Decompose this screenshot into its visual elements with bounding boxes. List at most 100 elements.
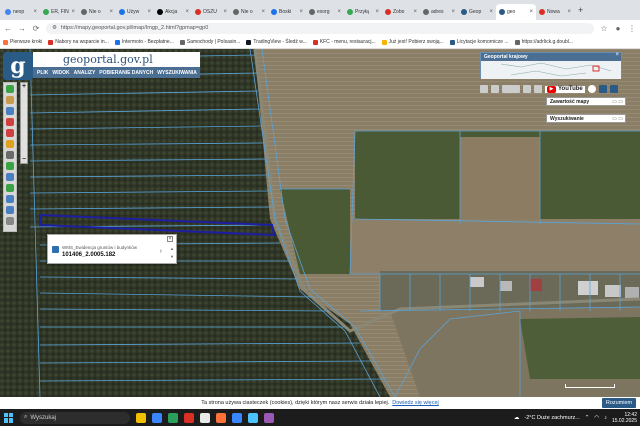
close-icon[interactable]: × — [615, 52, 619, 58]
clock[interactable]: 12:42 15.02.2025 — [612, 412, 637, 424]
close-tab-icon[interactable]: × — [529, 9, 533, 15]
zoom-slider[interactable]: + − — [20, 82, 28, 164]
close-tab-icon[interactable]: × — [223, 9, 227, 15]
wifi-icon[interactable]: ◠ — [594, 415, 599, 421]
info-tool-icon[interactable] — [6, 85, 14, 93]
export-select[interactable] — [502, 85, 520, 93]
taskbar-app-icon[interactable] — [152, 412, 162, 423]
bookmark-item[interactable]: https://adrlick.g.doubl... — [514, 39, 573, 45]
youtube-link[interactable]: ▶ YouTube — [545, 85, 585, 93]
back-icon[interactable]: ← — [4, 24, 12, 33]
taskbar-app-icon[interactable] — [232, 412, 242, 423]
contact-icon[interactable] — [534, 85, 542, 93]
previous-view-icon[interactable] — [6, 195, 14, 203]
volume-icon[interactable]: ♪ — [604, 415, 607, 421]
draw-tool-icon[interactable] — [6, 140, 14, 148]
address-input[interactable]: ⚙ https://mapy.geoportal.gov.pl/imap/Img… — [46, 22, 594, 34]
site-info-icon[interactable]: ⚙ — [52, 25, 57, 31]
zoom-in-icon[interactable]: + — [22, 83, 26, 90]
menu-icon[interactable]: ⋮ — [628, 24, 636, 33]
taskbar-search[interactable]: ⌕ Wyszukaj — [20, 411, 130, 424]
next-view-icon[interactable] — [6, 206, 14, 214]
taskbar-app-icon[interactable] — [264, 412, 274, 423]
bookmark-item[interactable]: TradingView - Śledź w... — [246, 39, 307, 45]
settings-icon[interactable] — [587, 85, 596, 93]
close-tab-icon[interactable]: × — [147, 9, 151, 15]
measure-distance-icon[interactable] — [6, 118, 14, 126]
login-icon[interactable] — [598, 85, 607, 93]
taskbar-app-icon[interactable] — [136, 412, 146, 423]
bookmark-item[interactable]: KFC - menu, restauracj... — [312, 39, 376, 45]
taskbar-app-icon[interactable] — [184, 412, 194, 423]
browser-tab[interactable]: Zobo × — [382, 4, 420, 20]
cookie-accept-button[interactable]: Rozumiem — [602, 398, 636, 408]
close-tab-icon[interactable]: × — [299, 9, 303, 15]
browser-tab[interactable]: Nie o × — [78, 4, 116, 20]
map-contents-panel[interactable]: Zawartość mapy ▭ ▭ — [546, 97, 626, 106]
help-icon[interactable] — [523, 85, 531, 93]
popup-parcel-id[interactable]: 101406_2.0005.182 — [62, 252, 115, 258]
browser-tab[interactable]: neop × — [2, 4, 40, 20]
geoportal-menu-item[interactable]: WIDOK — [52, 70, 69, 76]
taskbar-app-icon[interactable] — [248, 412, 258, 423]
bookmark-item[interactable]: Licytacje komornicze ... — [449, 39, 509, 45]
geoportal-menu-item[interactable]: PLIK — [37, 70, 48, 76]
browser-tab[interactable]: adres × — [420, 4, 458, 20]
bookmark-star-icon[interactable]: ☆ — [600, 24, 608, 33]
layers-tool-icon[interactable] — [6, 162, 14, 170]
close-tab-icon[interactable]: × — [185, 9, 189, 15]
bookmark-item[interactable]: Pierwsze kroki — [3, 39, 42, 45]
geoportal-logo[interactable]: g — [3, 52, 33, 80]
settings-tool-icon[interactable] — [6, 217, 14, 225]
close-tab-icon[interactable]: × — [33, 9, 37, 15]
browser-tab[interactable]: Używ × — [116, 4, 154, 20]
close-tab-icon[interactable]: × — [451, 9, 455, 15]
chevron-right-icon[interactable]: › — [160, 248, 162, 255]
print-icon[interactable] — [480, 85, 488, 93]
browser-tab[interactable]: Akcja × — [154, 4, 192, 20]
browser-tab[interactable]: Boski × — [268, 4, 306, 20]
print-tool-icon[interactable] — [6, 151, 14, 159]
search-tool-icon[interactable] — [6, 173, 14, 181]
close-tab-icon[interactable]: × — [109, 9, 113, 15]
taskbar-app-icon[interactable] — [168, 412, 178, 423]
zoom-out-icon[interactable]: − — [22, 156, 26, 163]
eye-icon[interactable] — [609, 85, 618, 93]
windows-start-icon[interactable] — [4, 412, 14, 423]
bookmark-item[interactable]: Samochody | Polsasin... — [179, 39, 240, 45]
cookie-more-link[interactable]: Dowiedz się więcej — [392, 400, 438, 406]
locate-tool-icon[interactable] — [6, 184, 14, 192]
taskbar-app-icon[interactable] — [216, 412, 226, 423]
chevron-up-icon[interactable]: ⌃ — [585, 415, 590, 421]
browser-tab[interactable]: exorg × — [306, 4, 344, 20]
close-tab-icon[interactable]: × — [261, 9, 265, 15]
weather-text[interactable]: -2°C Duże zachmurz... — [524, 415, 579, 421]
close-tab-icon[interactable]: × — [567, 9, 571, 15]
close-tab-icon[interactable]: × — [71, 9, 75, 15]
panel-controls-icon[interactable]: ▭ ▭ — [612, 98, 623, 106]
geoportal-menu-item[interactable]: ANALIZY — [74, 70, 96, 76]
close-tab-icon[interactable]: × — [489, 9, 493, 15]
browser-tab[interactable]: Nie o × — [230, 4, 268, 20]
bookmark-item[interactable]: Intermoto - Bezpłatne... — [114, 39, 174, 45]
browser-tab[interactable]: OSZU × — [192, 4, 230, 20]
reload-icon[interactable]: ⟳ — [32, 24, 40, 33]
browser-tab[interactable]: Geop × — [458, 4, 496, 20]
popup-scroll[interactable]: ▲ ▼ — [170, 245, 174, 261]
close-tab-icon[interactable]: × — [337, 9, 341, 15]
browser-tab[interactable]: ER, FINAN× — [40, 4, 78, 20]
geoportal-menu-item[interactable]: POBIERANIE DANYCH — [99, 70, 153, 76]
taskbar-app-icon[interactable] — [200, 412, 210, 423]
bookmark-item[interactable]: Nabory na wsparcie in... — [48, 39, 109, 45]
map-viewport[interactable] — [0, 49, 640, 397]
browser-tab[interactable]: Nowa × — [536, 4, 574, 20]
close-tab-icon[interactable]: × — [375, 9, 379, 15]
search-panel[interactable]: Wyszukiwanie ▭ ▭ — [546, 114, 626, 123]
panel-controls-icon[interactable]: ▭ ▭ — [612, 115, 623, 123]
save-icon[interactable] — [491, 85, 499, 93]
measure-area-icon[interactable] — [6, 129, 14, 137]
close-icon[interactable]: × — [167, 236, 173, 242]
weather-icon[interactable]: ☁ — [514, 415, 520, 421]
pan-tool-icon[interactable] — [6, 96, 14, 104]
geoportal-menu-item[interactable]: WYSZUKIWANIA — [157, 70, 197, 76]
